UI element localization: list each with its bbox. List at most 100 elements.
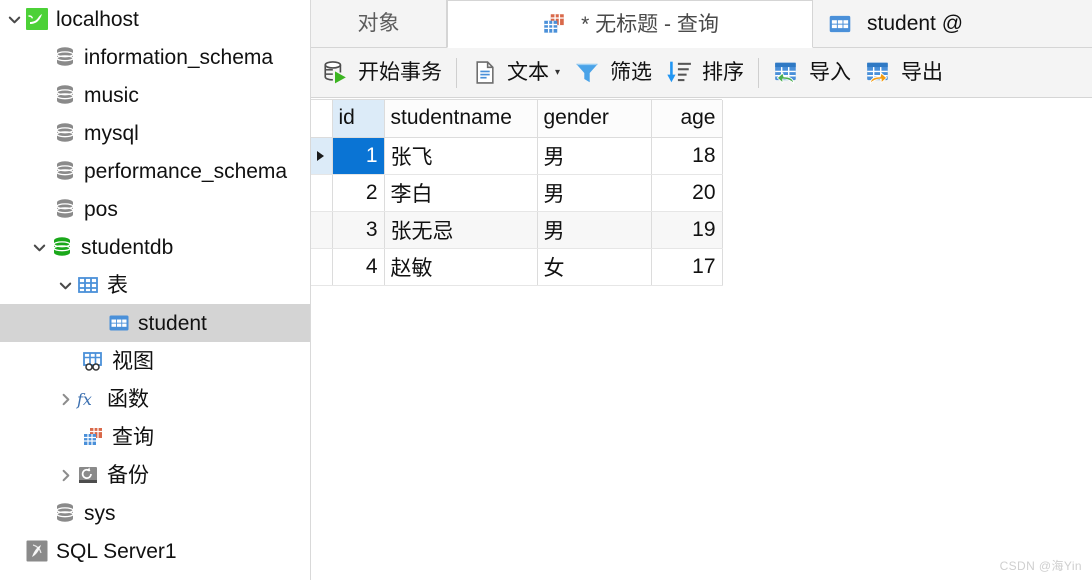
chevron-right-icon[interactable]	[55, 468, 75, 483]
sidebar-item-label: SQL Server1	[56, 539, 177, 563]
cell-age[interactable]: 19	[651, 211, 723, 249]
sidebar-item-queries[interactable]: 查询	[0, 418, 310, 456]
cell-age[interactable]: 20	[651, 174, 723, 212]
import-icon	[773, 60, 799, 86]
function-fx-icon: fx	[75, 386, 101, 412]
chevron-down-icon[interactable]	[4, 12, 24, 27]
database-gray-icon	[52, 82, 78, 108]
watermark: CSDN @海Yin	[999, 559, 1082, 573]
query-icon	[80, 424, 106, 450]
svg-text:fx: fx	[76, 390, 92, 409]
sidebar-item-performance_schema[interactable]: performance_schema	[0, 152, 310, 190]
tab-label: student @	[867, 12, 964, 35]
toolbar-button-label: 文本	[507, 61, 549, 84]
export-button[interactable]: 导出	[858, 53, 950, 93]
toolbar-button-label: 开始事务	[358, 61, 442, 84]
view-icon	[80, 348, 106, 374]
column-header-age[interactable]: age	[651, 100, 723, 138]
sidebar-item-sys[interactable]: sys	[0, 494, 310, 532]
result-grid[interactable]: id studentname gender age 1 张飞 男 18 2 李白…	[311, 99, 723, 286]
toolbar-button-label: 排序	[702, 61, 745, 84]
table-icon	[827, 11, 853, 37]
sidebar-item-mysql[interactable]: mysql	[0, 114, 310, 152]
column-header-studentname[interactable]: studentname	[384, 100, 538, 138]
chevron-right-icon[interactable]	[55, 392, 75, 407]
sidebar-item-studentdb[interactable]: studentdb	[0, 228, 310, 266]
cell-age[interactable]: 17	[651, 248, 723, 286]
cell-gender[interactable]: 女	[537, 248, 652, 286]
sidebar-item-localhost[interactable]: localhost	[0, 0, 310, 38]
sidebar-item-tables[interactable]: 表	[0, 266, 310, 304]
cell-studentname[interactable]: 李白	[384, 174, 538, 212]
row-indicator-cell[interactable]	[311, 174, 333, 212]
table-header-row: id studentname gender age	[311, 100, 723, 138]
mysql-dolphin-icon	[24, 6, 50, 32]
cell-gender[interactable]: 男	[537, 211, 652, 249]
tab-bar: 对象 * 无标题 - 查询 student @	[311, 0, 1092, 48]
table-folder-icon	[75, 272, 101, 298]
database-gray-icon	[52, 500, 78, 526]
tab-student-table[interactable]: student @	[813, 0, 982, 47]
row-indicator-cell[interactable]	[311, 211, 333, 249]
sidebar-item-label: 函数	[107, 387, 149, 411]
begin-transaction-button[interactable]: 开始事务	[315, 53, 449, 93]
sidebar-item-views[interactable]: 视图	[0, 342, 310, 380]
chevron-down-icon[interactable]: ▾	[555, 67, 560, 78]
sidebar-item-label: performance_schema	[84, 159, 288, 183]
sidebar-item-music[interactable]: music	[0, 76, 310, 114]
column-header-gender[interactable]: gender	[537, 100, 652, 138]
backup-icon	[75, 462, 101, 488]
sqlserver-icon	[24, 538, 50, 564]
current-row-arrow-icon	[317, 150, 324, 161]
filter-button[interactable]: 筛选	[567, 53, 659, 93]
sidebar-item-backups[interactable]: 备份	[0, 456, 310, 494]
chevron-down-icon[interactable]	[55, 278, 75, 293]
sidebar-item-label: information_schema	[84, 45, 274, 69]
column-header-id[interactable]: id	[332, 100, 385, 138]
grid-toolbar: 开始事务 文本 ▾ 筛选 排序 导入 导出	[311, 48, 1092, 98]
database-gray-icon	[52, 158, 78, 184]
sidebar-item-label: 查询	[112, 425, 154, 449]
sidebar-item-label: 表	[107, 273, 128, 297]
toolbar-separator	[758, 57, 760, 88]
cell-gender[interactable]: 男	[537, 174, 652, 212]
text-button[interactable]: 文本 ▾	[464, 53, 567, 93]
sidebar-item-label: music	[84, 83, 139, 107]
cell-age[interactable]: 18	[651, 137, 723, 175]
cell-id[interactable]: 1	[332, 137, 385, 175]
database-gray-icon	[52, 44, 78, 70]
table-row[interactable]: 3 张无忌 男 19	[311, 211, 723, 249]
cell-studentname[interactable]: 张无忌	[384, 211, 538, 249]
tab-label: * 无标题 - 查询	[581, 12, 719, 36]
tab-untitled-query[interactable]: * 无标题 - 查询	[447, 0, 813, 48]
cell-id[interactable]: 4	[332, 248, 385, 286]
table-row[interactable]: 2 李白 男 20	[311, 174, 723, 212]
import-button[interactable]: 导入	[766, 53, 858, 93]
cell-studentname[interactable]: 张飞	[384, 137, 538, 175]
row-indicator-cell[interactable]	[311, 248, 333, 286]
navicat-window: localhost information_schema music mysql…	[0, 0, 1092, 580]
row-indicator-cell[interactable]	[311, 137, 333, 175]
table-row[interactable]: 4 赵敏 女 17	[311, 248, 723, 286]
sidebar-item-label: pos	[84, 197, 118, 221]
cell-gender[interactable]: 男	[537, 137, 652, 175]
sidebar-item-label: localhost	[56, 7, 139, 31]
sidebar-item-label: studentdb	[81, 235, 174, 259]
sort-button[interactable]: 排序	[659, 53, 751, 93]
sidebar-item-label: 备份	[107, 463, 149, 487]
table-row[interactable]: 1 张飞 男 18	[311, 137, 723, 175]
object-tree-sidebar[interactable]: localhost information_schema music mysql…	[0, 0, 311, 580]
sidebar-item-information_schema[interactable]: information_schema	[0, 38, 310, 76]
cell-studentname[interactable]: 赵敏	[384, 248, 538, 286]
toolbar-button-label: 筛选	[610, 61, 653, 84]
main-pane: 对象 * 无标题 - 查询 student @ 开始事务 文本 ▾ 筛选 排序 …	[311, 0, 1092, 580]
chevron-down-icon[interactable]	[29, 240, 49, 255]
sidebar-item-student[interactable]: student	[0, 304, 310, 342]
sidebar-item-functions[interactable]: fx 函数	[0, 380, 310, 418]
cell-id[interactable]: 3	[332, 211, 385, 249]
sidebar-item-sqlserver1[interactable]: SQL Server1	[0, 532, 310, 570]
sidebar-item-pos[interactable]: pos	[0, 190, 310, 228]
tab-objects[interactable]: 对象	[311, 0, 447, 47]
filter-funnel-icon	[574, 60, 600, 86]
cell-id[interactable]: 2	[332, 174, 385, 212]
